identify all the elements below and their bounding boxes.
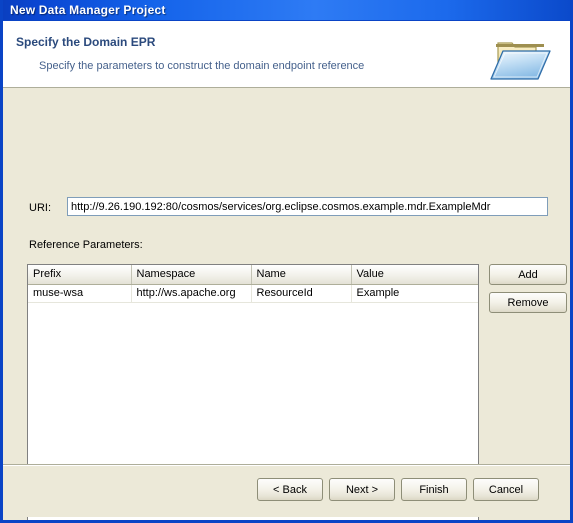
footer-separator <box>3 465 570 466</box>
wizard-dialog: New Data Manager Project Specify the Dom… <box>0 0 573 523</box>
uri-label: URI: <box>29 202 51 214</box>
wizard-header-banner: Specify the Domain EPR Specify the param… <box>3 21 570 88</box>
column-header-namespace[interactable]: Namespace <box>131 265 252 285</box>
add-button[interactable]: Add <box>489 264 567 285</box>
column-header-name[interactable]: Name <box>251 265 352 285</box>
page-subtitle: Specify the parameters to construct the … <box>39 60 365 72</box>
title-bar: New Data Manager Project <box>3 0 570 21</box>
next-button[interactable]: Next > <box>329 478 395 501</box>
finish-button[interactable]: Finish <box>401 478 467 501</box>
back-button[interactable]: < Back <box>257 478 323 501</box>
cell-prefix[interactable]: muse-wsa <box>28 284 132 302</box>
reference-parameters-label: Reference Parameters: <box>29 239 143 251</box>
window-title: New Data Manager Project <box>10 3 166 17</box>
cell-name[interactable]: ResourceId <box>251 284 352 302</box>
column-header-prefix[interactable]: Prefix <box>28 265 132 285</box>
cell-namespace[interactable]: http://ws.apache.org <box>131 284 252 302</box>
page-title: Specify the Domain EPR <box>16 35 156 49</box>
remove-button[interactable]: Remove <box>489 292 567 313</box>
cancel-button[interactable]: Cancel <box>473 478 539 501</box>
uri-input[interactable] <box>67 197 548 216</box>
open-folder-icon <box>488 23 560 87</box>
wizard-body: URI: Reference Parameters: Prefix Namesp… <box>3 88 570 520</box>
column-header-value[interactable]: Value <box>351 265 478 285</box>
table-row[interactable]: muse-wsa http://ws.apache.org ResourceId… <box>28 284 478 302</box>
dialog-footer: < Back Next > Finish Cancel <box>3 464 570 517</box>
table-header-row: Prefix Namespace Name Value <box>28 265 478 285</box>
cell-value[interactable]: Example <box>351 284 478 302</box>
